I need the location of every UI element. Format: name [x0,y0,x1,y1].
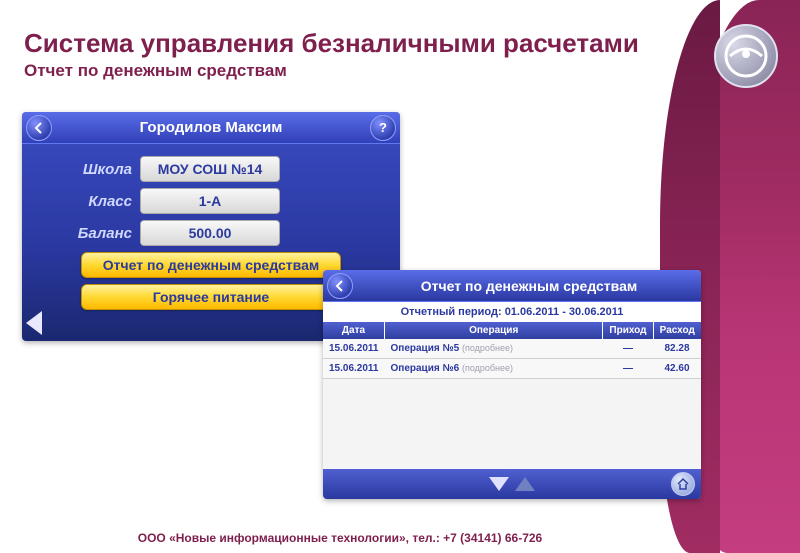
cell-expense: 42.60 [653,359,701,379]
page-title: Система управления безналичными расчетам… [24,28,639,59]
col-expense: Расход [653,322,701,339]
col-date: Дата [323,322,385,339]
report-back-button[interactable] [327,273,353,299]
cell-date: 15.06.2011 [323,339,385,359]
brand-logo [714,24,778,88]
detail-link[interactable]: (подробнее) [462,363,513,373]
school-value[interactable]: МОУ СОШ №14 [140,156,280,182]
cell-expense: 82.28 [653,339,701,359]
home-button[interactable] [671,472,695,496]
report-footer-nav [323,469,701,499]
cell-income: — [603,359,653,379]
report-screen: Отчет по денежным средствам Отчетный пер… [323,270,701,499]
cell-operation[interactable]: Операция №6 (подробнее) [385,359,603,379]
report-table: Дата Операция Приход Расход 15.06.2011 О… [323,322,701,379]
table-row[interactable]: 15.06.2011 Операция №6 (подробнее) — 42.… [323,359,701,379]
scroll-up-icon[interactable] [515,477,535,491]
report-header: Отчет по денежным средствам [323,270,701,302]
balance-label: Баланс [40,225,140,242]
col-operation: Операция [385,322,603,339]
page-footer: ООО «Новые информационные технологии», т… [0,531,680,545]
report-title: Отчет по денежным средствам [357,278,701,294]
account-holder-name: Городилов Максим [56,119,366,136]
scroll-down-icon[interactable] [489,477,509,491]
school-label: Школа [40,161,140,178]
account-header: Городилов Максим ? [22,112,400,144]
help-button[interactable]: ? [370,115,396,141]
detail-link[interactable]: (подробнее) [462,343,513,353]
nav-left-arrow-icon[interactable] [26,311,42,335]
cell-operation[interactable]: Операция №5 (подробнее) [385,339,603,359]
back-button[interactable] [26,115,52,141]
cell-income: — [603,339,653,359]
table-row[interactable]: 15.06.2011 Операция №5 (подробнее) — 82.… [323,339,701,359]
col-income: Приход [603,322,653,339]
cell-date: 15.06.2011 [323,359,385,379]
balance-value: 500.00 [140,220,280,246]
class-label: Класс [40,193,140,210]
report-period: Отчетный период: 01.06.2011 - 30.06.2011 [323,302,701,322]
class-value[interactable]: 1-А [140,188,280,214]
hot-food-button[interactable]: Горячее питание [81,284,341,310]
page-subtitle: Отчет по денежным средствам [24,61,639,81]
report-button[interactable]: Отчет по денежным средствам [81,252,341,278]
